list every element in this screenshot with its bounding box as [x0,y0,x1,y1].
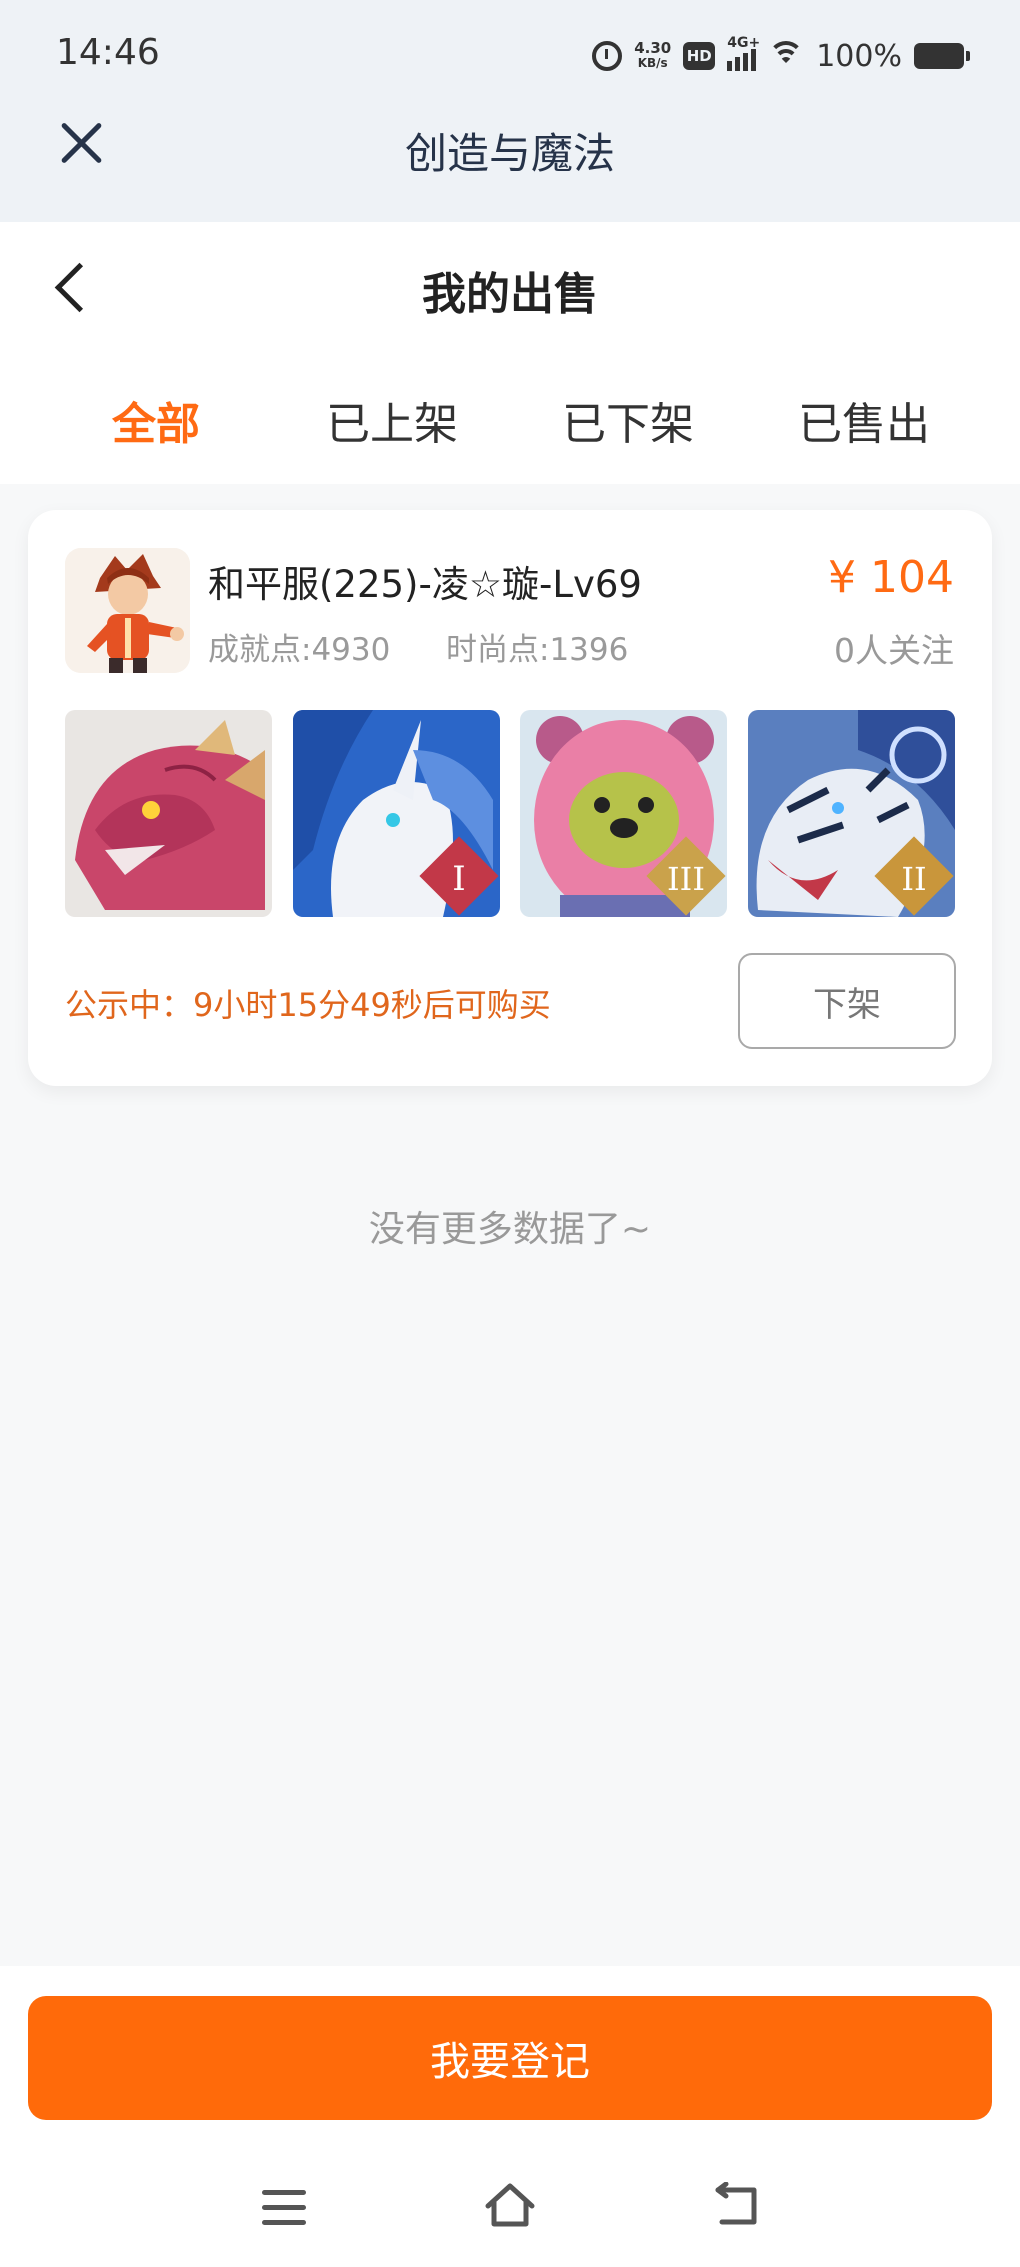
thumbnail-dragon[interactable] [65,710,272,917]
svg-text:I: I [452,859,465,899]
thumbnail-unicorn[interactable]: I [293,710,500,917]
register-button[interactable]: 我要登记 [28,1996,992,2120]
network-speed: 4.30 KB/s [634,39,672,71]
tab-delisted[interactable]: 已下架 [528,388,728,452]
listing-price: ¥ 104 [828,552,954,603]
menu-icon[interactable] [262,2190,306,2226]
follower-count: 0人关注 [834,631,954,670]
svg-text:III: III [667,860,705,898]
battery-icon [914,43,970,69]
tab-bar: 全部 已上架 已下架 已售出 [0,388,1020,450]
back-nav-icon[interactable] [714,2181,760,2228]
achievement-points: 成就点:4930 [208,632,391,668]
tab-sold[interactable]: 已售出 [764,388,964,452]
delist-button[interactable]: 下架 [738,953,956,1049]
character-avatar [65,548,190,673]
svg-text:II: II [901,860,926,898]
status-icons: 4.30 KB/s HD 4G+ 100% [592,35,970,76]
thumbnail-tiger[interactable]: II [748,710,955,917]
battery-percent: 100% [816,38,902,74]
no-more-data: 没有更多数据了~ [368,1209,652,1250]
signal-icon: 4G+ [727,35,760,71]
hd-icon: HD [683,42,716,70]
status-time: 14:46 [56,32,160,73]
alarm-icon [592,41,623,71]
thumbnail-bear[interactable]: III [520,710,727,917]
home-icon[interactable] [484,2182,536,2228]
tab-all[interactable]: 全部 [56,388,256,452]
page-title: 我的出售 [422,269,598,320]
app-title: 创造与魔法 [404,129,615,178]
wifi-icon [768,41,805,71]
fashion-points: 时尚点:1396 [446,632,629,668]
tab-listed[interactable]: 已上架 [292,388,492,452]
public-notice: 公示中：9小时15分49秒后可购买 [65,986,551,1024]
listing-title: 和平服(225)-凌☆璇-Lv69 [208,563,642,606]
